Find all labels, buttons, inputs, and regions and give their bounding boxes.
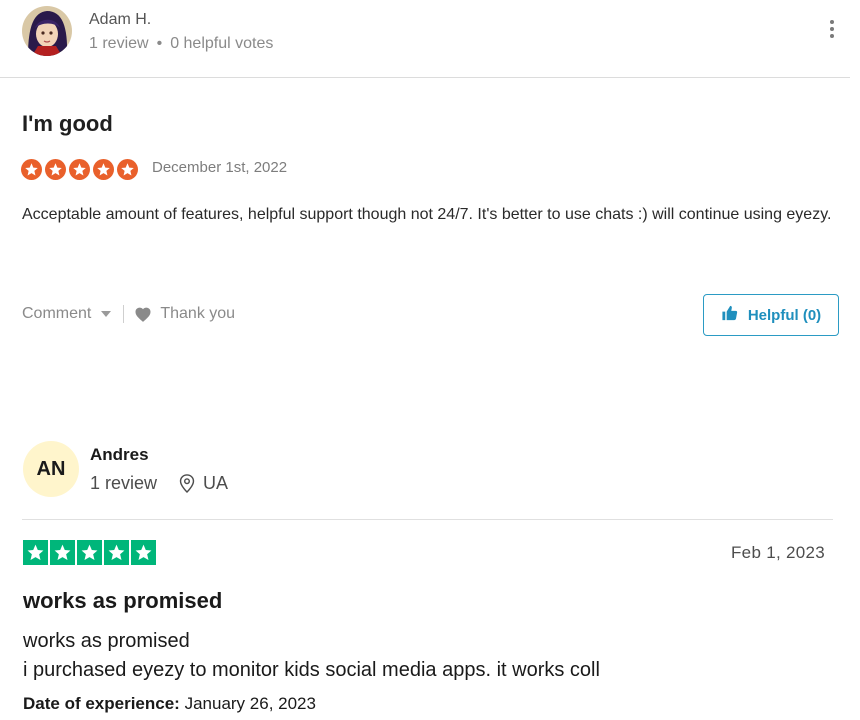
meta-separator: • [156, 35, 163, 52]
star-icon [50, 540, 75, 565]
chevron-down-icon[interactable] [101, 311, 112, 317]
helpful-button[interactable]: Helpful (0) [703, 294, 839, 336]
review-title: works as promised [23, 588, 223, 613]
review-body-line: i purchased eyezy to monitor kids social… [23, 659, 600, 681]
thank-you-button[interactable]: Thank you [160, 305, 235, 323]
reviewer-name[interactable]: Adam H. [89, 11, 151, 29]
more-options-icon[interactable] [826, 20, 838, 40]
comment-button[interactable]: Comment [22, 305, 91, 323]
avatar[interactable]: AN [23, 441, 79, 497]
review-body: works as promised i purchased eyezy to m… [23, 627, 823, 685]
reviewer-name[interactable]: Andres [90, 445, 149, 465]
review-count: 1 review [89, 35, 149, 52]
star-icon [45, 159, 66, 180]
avatar[interactable] [22, 6, 72, 56]
experience-label: Date of experience: [23, 694, 180, 713]
star-rating [21, 159, 138, 181]
divider [0, 77, 850, 78]
helpful-votes-count: 0 helpful votes [170, 35, 274, 52]
star-rating [23, 540, 156, 565]
review-date: December 1st, 2022 [152, 159, 288, 176]
star-icon [131, 540, 156, 565]
reviewer-country: UA [203, 473, 229, 493]
reviewer-meta: 1 review • 0 helpful votes [89, 35, 273, 53]
review-title: I'm good [22, 111, 113, 136]
review-body: Acceptable amount of features, helpful s… [22, 206, 832, 223]
experience-date: January 26, 2023 [184, 694, 316, 713]
thumbs-up-icon [721, 305, 738, 325]
location-pin-icon [179, 474, 195, 493]
divider [123, 305, 125, 323]
divider [22, 519, 833, 520]
helpful-label: Helpful (0) [747, 306, 822, 324]
date-of-experience: Date of experience: January 26, 2023 [23, 694, 316, 714]
star-icon [104, 540, 129, 565]
review-body-line: works as promised [23, 630, 190, 652]
star-icon [21, 159, 42, 180]
reviewer-meta: 1 review UA [90, 473, 228, 494]
star-icon [77, 540, 102, 565]
review-date: Feb 1, 2023 [731, 543, 826, 562]
heart-icon[interactable] [134, 306, 152, 322]
review-actions: Comment Thank you [22, 305, 235, 323]
star-icon [93, 159, 114, 180]
review-count: 1 review [90, 473, 158, 493]
star-icon [23, 540, 48, 565]
star-icon [117, 159, 138, 180]
star-icon [69, 159, 90, 180]
